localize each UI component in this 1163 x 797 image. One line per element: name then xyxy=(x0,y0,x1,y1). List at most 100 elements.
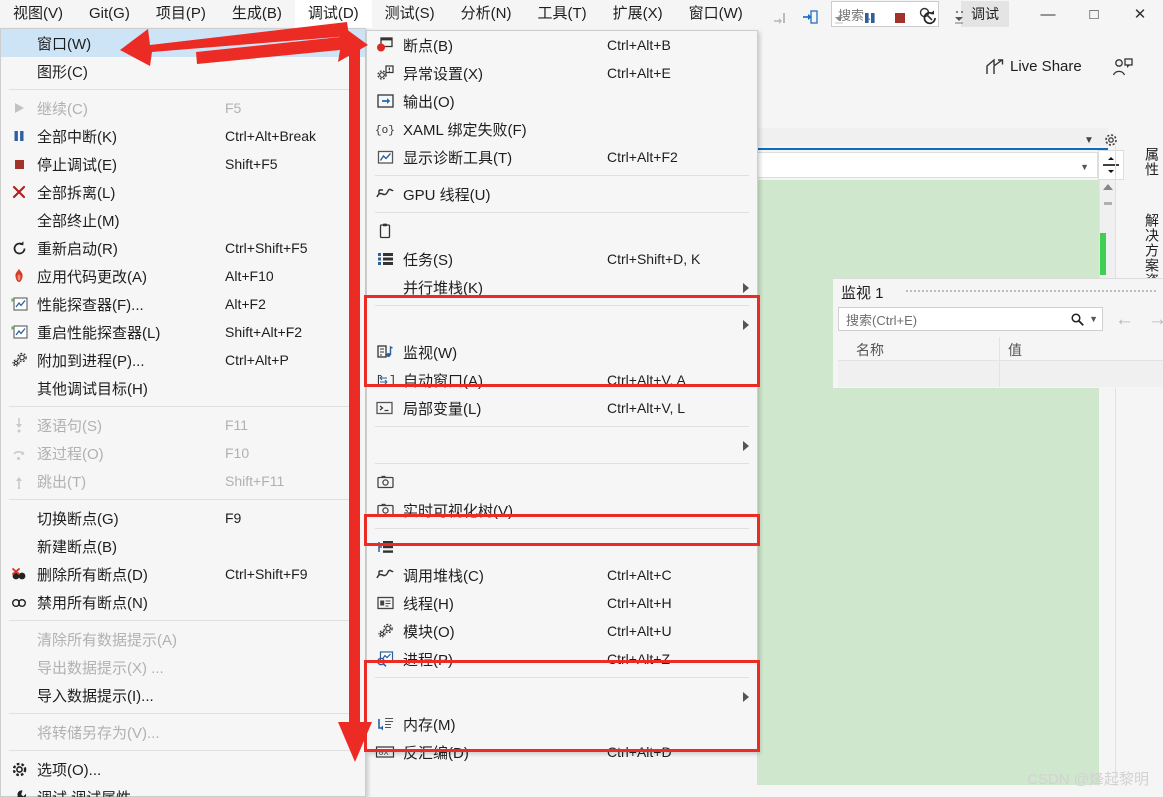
submenu-item-live-visual-tree[interactable] xyxy=(367,468,757,496)
menu-item-stop-debugging[interactable]: 停止调试(E) Shift+F5 xyxy=(1,150,365,178)
menu-item-toggle-breakpoint[interactable]: 切换断点(G) F9 xyxy=(1,504,365,532)
gear-icon[interactable] xyxy=(1104,133,1118,147)
submenu-item-tasks[interactable] xyxy=(367,217,757,245)
menu-item-performance-profiler[interactable]: 性能探查器(F)... Alt+F2 xyxy=(1,290,365,318)
menu-separator xyxy=(9,406,357,407)
menubar-item-project[interactable]: 项目(P) xyxy=(143,0,219,28)
menu-item-relaunch-profiler[interactable]: 重启性能探查器(L) Shift+Alt+F2 xyxy=(1,318,365,346)
arrow-left-icon[interactable]: ← xyxy=(1115,309,1134,331)
gear-icon xyxy=(1,755,37,783)
menubar-item-analyze[interactable]: 分析(N) xyxy=(448,0,525,28)
step-into-toolbar-icon[interactable] xyxy=(800,8,820,28)
tasks-icon xyxy=(367,217,403,245)
search-icon xyxy=(1070,312,1085,327)
menu-item-options[interactable]: 选项(O)... xyxy=(1,755,365,783)
minimize-button[interactable]: — xyxy=(1025,0,1071,28)
menubar-item-debug[interactable]: 调试(D) xyxy=(294,0,372,28)
live-share-button[interactable]: Live Share xyxy=(1010,58,1082,75)
stop-toolbar-icon[interactable] xyxy=(890,8,910,28)
menu-item-detach-all[interactable]: 全部拆离(L) xyxy=(1,178,365,206)
submenu-item-shortcut: Ctrl+Alt+H xyxy=(607,595,672,611)
submenu-item-gpu-threads[interactable]: GPU 线程(U) xyxy=(367,180,757,208)
submenu-item-dom-explorer[interactable] xyxy=(367,431,757,459)
watch-cell-name[interactable] xyxy=(838,361,1000,387)
close-button[interactable]: ✕ xyxy=(1117,0,1163,28)
menu-item-shortcut: F9 xyxy=(225,510,242,526)
menubar-item-build[interactable]: 生成(B) xyxy=(219,0,295,28)
menu-item-break-all[interactable]: 全部中断(K) Ctrl+Alt+Break xyxy=(1,122,365,150)
menu-item-restart[interactable]: 重新启动(R) Ctrl+Shift+F5 xyxy=(1,234,365,262)
submenu-item-output[interactable]: 输出(O) xyxy=(367,87,757,115)
menu-separator xyxy=(9,713,357,714)
watch-column-value: 值 xyxy=(1008,342,1022,358)
menubar-item-git[interactable]: Git(G) xyxy=(76,0,143,28)
gpu-threads-icon xyxy=(367,180,403,208)
arrow-right-icon[interactable]: → xyxy=(1148,309,1163,331)
menu-icon-blank xyxy=(1,374,37,402)
menu-item-terminate-all[interactable]: 全部终止(M) xyxy=(1,206,365,234)
menu-item-label: 删除所有断点(D) xyxy=(37,566,148,584)
menu-item-new-breakpoint[interactable]: 新建断点(B) xyxy=(1,532,365,560)
chevron-down-icon[interactable]: ▼ xyxy=(1089,314,1098,324)
menu-item-apply-code-changes[interactable]: 应用代码更改(A) Alt+F10 xyxy=(1,262,365,290)
watch-cell-value[interactable] xyxy=(1000,361,1163,387)
submenu-item-shortcut: Ctrl+Alt+V, L xyxy=(607,400,686,416)
menubar-item-test[interactable]: 测试(S) xyxy=(372,0,448,28)
pause-toolbar-icon[interactable] xyxy=(860,8,880,28)
menu-item-shortcut: F5 xyxy=(225,100,242,116)
menubar-item-view[interactable]: 视图(V) xyxy=(0,0,76,28)
menu-separator xyxy=(9,499,357,500)
submenu-item-parallel-stacks[interactable]: 任务(S) Ctrl+Shift+D, K xyxy=(367,245,757,273)
step-over-icon xyxy=(1,439,37,467)
watch-empty-row[interactable] xyxy=(838,361,1163,387)
menu-separator xyxy=(9,750,357,751)
menu-item-debug-properties[interactable]: 调试 调试属性 xyxy=(1,783,365,797)
split-view-button[interactable] xyxy=(1098,150,1124,180)
submenu-item-xaml-binding-failures[interactable]: {o} XAML 绑定失败(F) xyxy=(367,115,757,143)
menubar-item-window[interactable]: 窗口(W) xyxy=(676,0,756,28)
menu-item-label: 重新启动(R) xyxy=(37,240,118,258)
menu-item-other-debug-targets[interactable]: 其他调试目标(H) xyxy=(1,374,365,402)
submenu-item-threads[interactable]: 调用堆栈(C) Ctrl+Alt+C xyxy=(367,561,757,589)
submenu-item-processes[interactable]: 模块(O) Ctrl+Alt+U xyxy=(367,617,757,645)
maximize-button[interactable]: □ xyxy=(1071,0,1117,28)
editor-right-edge xyxy=(1115,146,1116,786)
menubar-item-tools[interactable]: 工具(T) xyxy=(524,0,599,28)
watch-search-placeholder: 搜索(Ctrl+E) xyxy=(846,312,918,328)
editor-member-dropdown[interactable]: ▼ xyxy=(757,152,1098,178)
breakpoint-window-icon xyxy=(367,31,403,59)
watch-search-input[interactable]: 搜索(Ctrl+E) ▼ xyxy=(838,307,1103,331)
menu-item-delete-all-breakpoints[interactable]: 删除所有断点(D) Ctrl+Shift+F9 xyxy=(1,560,365,588)
menu-item-windows[interactable]: 窗口(W) xyxy=(1,29,365,57)
code-editor-surface[interactable] xyxy=(757,180,1099,785)
submenu-item-immediate[interactable]: 局部变量(L) Ctrl+Alt+V, L xyxy=(367,394,757,422)
menu-item-import-datatips[interactable]: 导入数据提示(I)... xyxy=(1,681,365,709)
menu-item-attach-to-process[interactable]: 附加到进程(P)... Ctrl+Alt+P xyxy=(1,346,365,374)
sidebar-tab-properties[interactable]: 属性 xyxy=(1140,126,1162,194)
submenu-separator xyxy=(375,175,749,176)
menu-item-graphics[interactable]: 图形(C) xyxy=(1,57,365,85)
menu-item-label: 选项(O)... xyxy=(37,761,102,779)
submenu-item-exception-settings[interactable]: 异常设置(X) Ctrl+Alt+E xyxy=(367,59,757,87)
menu-icon-blank xyxy=(1,57,37,85)
live-share-icon[interactable] xyxy=(985,58,1005,76)
menu-icon-blank xyxy=(367,431,403,459)
submenu-item-show-diagnostic-tools[interactable]: 显示诊断工具(T) Ctrl+Alt+F2 xyxy=(367,143,757,171)
scroll-up-arrow-icon[interactable] xyxy=(1103,184,1113,190)
submenu-item-label: 断点(B) xyxy=(403,37,453,55)
toolbar-overflow-icon[interactable] xyxy=(950,8,970,28)
submenu-item-label: 调用堆栈(C) xyxy=(403,567,484,585)
menu-item-save-dump-as: 将转储另存为(V)... xyxy=(1,718,365,746)
submenu-item-breakpoints[interactable]: 断点(B) Ctrl+Alt+B xyxy=(367,31,757,59)
watch-window-title[interactable]: 监视 1 xyxy=(841,282,884,303)
restart-toolbar-icon[interactable] xyxy=(920,8,940,28)
step-dropdown-icon[interactable] xyxy=(830,8,850,28)
submenu-item-modules[interactable]: 线程(H) Ctrl+Alt+H xyxy=(367,589,757,617)
menu-item-disable-all-breakpoints[interactable]: 禁用所有断点(N) xyxy=(1,588,365,616)
step-out-toolbar-icon[interactable] xyxy=(770,8,790,28)
chevron-down-icon[interactable]: ▼ xyxy=(1084,135,1094,146)
menu-item-label: 全部拆离(L) xyxy=(37,184,116,202)
drag-handle-dots[interactable] xyxy=(905,289,1157,294)
menubar-item-extensions[interactable]: 扩展(X) xyxy=(600,0,676,28)
account-icon[interactable] xyxy=(1112,57,1134,77)
